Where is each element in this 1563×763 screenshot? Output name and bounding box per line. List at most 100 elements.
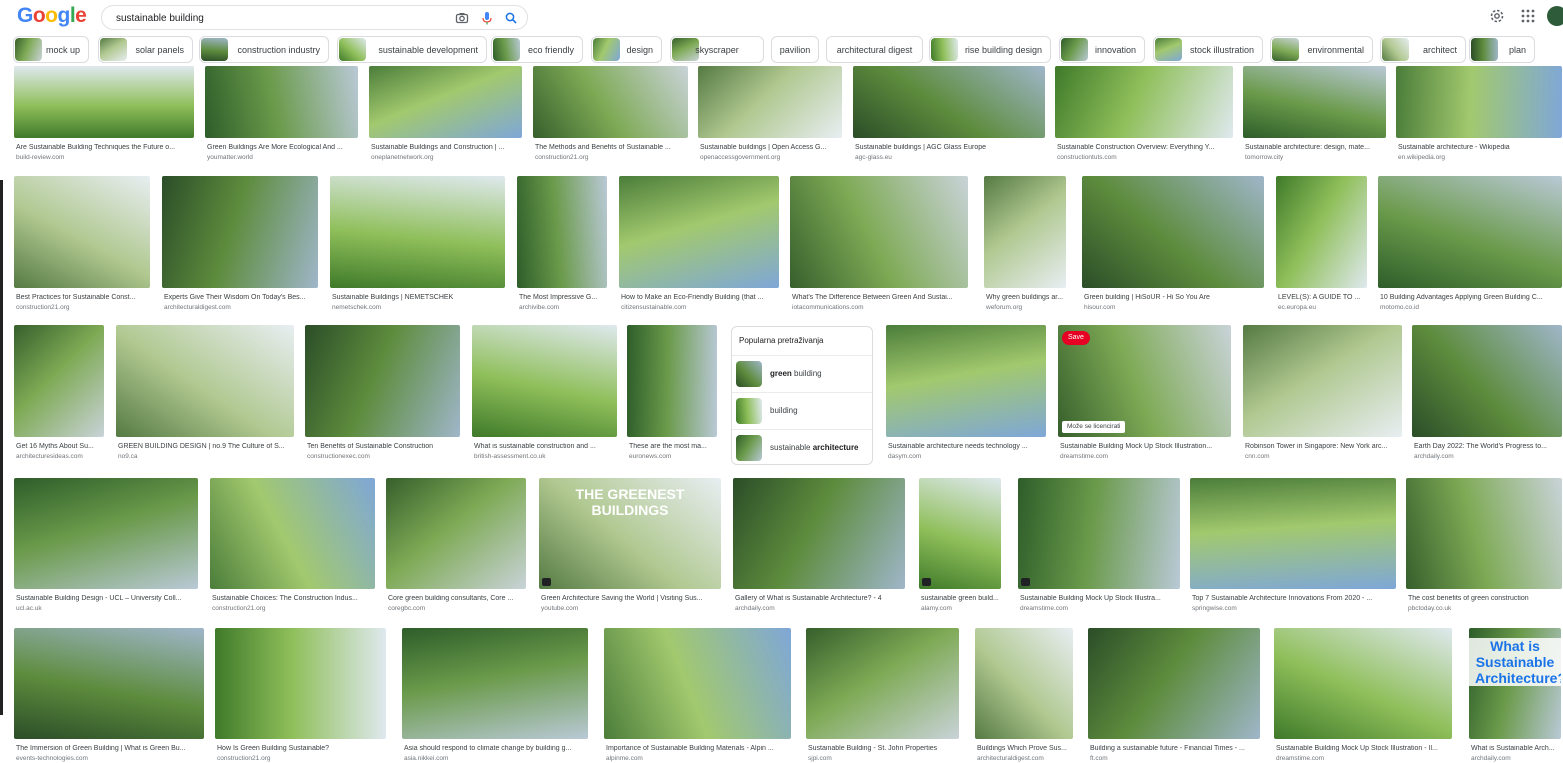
search-input[interactable] xyxy=(114,9,438,28)
filter-chip[interactable]: solar panels xyxy=(98,36,193,63)
filter-chip[interactable]: rise building design xyxy=(929,36,1051,63)
result-thumbnail[interactable] xyxy=(1274,628,1452,739)
mic-icon[interactable] xyxy=(480,11,494,25)
image-result[interactable]: Sustainable Buildings | NEMETSCHEK nemets… xyxy=(330,176,505,312)
filter-chip[interactable]: stock illustration xyxy=(1153,36,1263,63)
result-thumbnail[interactable] xyxy=(517,176,607,288)
result-title[interactable]: Best Practices for Sustainable Const... xyxy=(16,294,150,301)
image-result[interactable]: Sustainable Choices: The Construction In… xyxy=(210,478,375,613)
image-result[interactable]: Sustainable architecture - Wikipedia en.w… xyxy=(1396,66,1562,162)
image-result[interactable]: Sustainable Construction Overview: Every… xyxy=(1055,66,1233,162)
result-thumbnail[interactable] xyxy=(919,478,1001,589)
result-thumbnail[interactable] xyxy=(533,66,688,138)
result-title[interactable]: Importance of Sustainable Building Mater… xyxy=(606,745,791,752)
result-thumbnail[interactable] xyxy=(1082,176,1264,288)
result-thumbnail[interactable] xyxy=(162,176,318,288)
filter-chip[interactable]: construction industry xyxy=(199,36,329,63)
image-result[interactable]: What is sustainable construction and ...… xyxy=(472,325,617,461)
camera-icon[interactable] xyxy=(455,11,469,25)
result-title[interactable]: Sustainable Building Mock Up Stock Illus… xyxy=(1276,745,1452,752)
result-thumbnail[interactable] xyxy=(14,478,198,589)
filter-chip[interactable]: mock up xyxy=(13,36,89,63)
image-result[interactable]: Ten Benefits of Sustainable Construction… xyxy=(305,325,460,461)
image-result[interactable]: These are the most ma... euronews.com xyxy=(627,325,717,461)
image-result[interactable]: Sustainable architecture: design, mate..… xyxy=(1243,66,1386,162)
result-title[interactable]: Sustainable Construction Overview: Every… xyxy=(1057,144,1233,151)
result-title[interactable]: Green Buildings Are More Ecological And … xyxy=(207,144,358,151)
image-result[interactable]: Experts Give Their Wisdom On Today's Bes… xyxy=(162,176,318,312)
apps-icon[interactable] xyxy=(1520,8,1536,24)
result-thumbnail[interactable] xyxy=(14,176,150,288)
result-thumbnail[interactable] xyxy=(604,628,791,739)
image-result[interactable]: Sustainable Buildings and Construction |… xyxy=(369,66,522,162)
image-result[interactable]: How to Make an Eco-Friendly Building (th… xyxy=(619,176,779,312)
image-result[interactable]: Building a sustainable future - Financia… xyxy=(1088,628,1260,763)
result-title[interactable]: The Immersion of Green Building | What i… xyxy=(16,745,204,752)
result-title[interactable]: Sustainable Building Design - UCL – Univ… xyxy=(16,595,198,602)
result-title[interactable]: Robinson Tower in Singapore: New York ar… xyxy=(1245,443,1402,450)
result-thumbnail[interactable] xyxy=(215,628,386,739)
result-title[interactable]: sustainable green build... xyxy=(921,595,1001,602)
result-thumbnail[interactable] xyxy=(330,176,505,288)
image-result[interactable]: Core green building consultants, Core ..… xyxy=(386,478,526,613)
image-result[interactable]: Robinson Tower in Singapore: New York ar… xyxy=(1243,325,1402,461)
result-thumbnail[interactable] xyxy=(14,325,104,437)
search-box[interactable] xyxy=(101,5,528,30)
image-result[interactable]: Best Practices for Sustainable Const... c… xyxy=(14,176,150,312)
popular-search-item[interactable]: building xyxy=(732,392,872,430)
avatar[interactable] xyxy=(1547,6,1563,26)
result-title[interactable]: Why green buildings ar... xyxy=(986,294,1066,301)
result-title[interactable]: Sustainable Buildings | NEMETSCHEK xyxy=(332,294,505,301)
result-title[interactable]: The Most Impressive G... xyxy=(519,294,607,301)
result-title[interactable]: Sustainable Choices: The Construction In… xyxy=(212,595,375,602)
image-result[interactable]: Gallery of What is Sustainable Architect… xyxy=(733,478,905,613)
image-result[interactable]: The Most Impressive G... archivibe.com xyxy=(517,176,607,312)
result-title[interactable]: LEVEL(S): A GUIDE TO ... xyxy=(1278,294,1367,301)
image-result[interactable]: Are Sustainable Building Techniques the … xyxy=(14,66,194,162)
result-title[interactable]: Sustainable buildings | AGC Glass Europe xyxy=(855,144,1045,151)
filter-chip[interactable]: architectural digest xyxy=(826,36,923,63)
result-thumbnail[interactable] xyxy=(205,66,358,138)
result-title[interactable]: Earth Day 2022: The World's Progress to.… xyxy=(1414,443,1562,450)
result-thumbnail[interactable] xyxy=(1243,66,1386,138)
filter-chip[interactable]: innovation xyxy=(1059,36,1145,63)
image-result[interactable]: sustainable green build... alamy.com xyxy=(919,478,1001,613)
filter-chip[interactable]: plan xyxy=(1469,36,1535,63)
image-result[interactable]: The Immersion of Green Building | What i… xyxy=(14,628,204,763)
filter-chip[interactable]: skyscraper xyxy=(670,36,764,63)
image-result[interactable]: Buildings Which Prove Sus... architectura… xyxy=(975,628,1073,763)
image-result[interactable]: Green Buildings Are More Ecological And … xyxy=(205,66,358,162)
result-thumbnail[interactable] xyxy=(14,66,194,138)
result-thumbnail[interactable] xyxy=(369,66,522,138)
filter-chip[interactable]: sustainable development xyxy=(337,36,487,63)
result-title[interactable]: Gallery of What is Sustainable Architect… xyxy=(735,595,905,602)
result-thumbnail[interactable] xyxy=(698,66,842,138)
result-thumbnail[interactable] xyxy=(386,478,526,589)
result-thumbnail[interactable] xyxy=(806,628,959,739)
result-thumbnail[interactable] xyxy=(1088,628,1260,739)
result-thumbnail[interactable] xyxy=(627,325,717,437)
result-thumbnail[interactable]: Save Može se licencirati xyxy=(1058,325,1231,437)
result-thumbnail[interactable] xyxy=(975,628,1073,739)
result-title[interactable]: What is sustainable construction and ... xyxy=(474,443,617,450)
image-result[interactable]: THE GREENEST BUILDINGS Green Architecture… xyxy=(539,478,721,613)
result-title[interactable]: What's The Difference Between Green And … xyxy=(792,294,968,301)
google-logo[interactable]: Google xyxy=(17,4,87,28)
settings-icon[interactable] xyxy=(1489,8,1505,24)
result-title[interactable]: Core green building consultants, Core ..… xyxy=(388,595,526,602)
result-title[interactable]: Sustainable Building Mock Up Stock Illus… xyxy=(1020,595,1180,602)
image-result[interactable]: Importance of Sustainable Building Mater… xyxy=(604,628,791,763)
image-result[interactable]: Sustainable architecture needs technolog… xyxy=(886,325,1046,461)
save-button[interactable]: Save xyxy=(1062,331,1090,345)
image-result[interactable]: What's The Difference Between Green And … xyxy=(790,176,968,312)
image-result[interactable]: Green building | HiSoUR - Hi So You Are h… xyxy=(1082,176,1264,312)
result-title[interactable]: Get 16 Myths About Su... xyxy=(16,443,104,450)
filter-chip[interactable]: architect xyxy=(1380,36,1466,63)
result-thumbnail[interactable] xyxy=(1412,325,1562,437)
result-thumbnail[interactable] xyxy=(116,325,294,437)
result-title[interactable]: These are the most ma... xyxy=(629,443,717,450)
result-title[interactable]: Sustainable Buildings and Construction |… xyxy=(371,144,522,151)
result-title[interactable]: 10 Building Advantages Applying Green Bu… xyxy=(1380,294,1562,301)
result-title[interactable]: Sustainable Building Mock Up Stock Illus… xyxy=(1060,443,1231,450)
filter-chip[interactable]: eco friendly xyxy=(491,36,583,63)
